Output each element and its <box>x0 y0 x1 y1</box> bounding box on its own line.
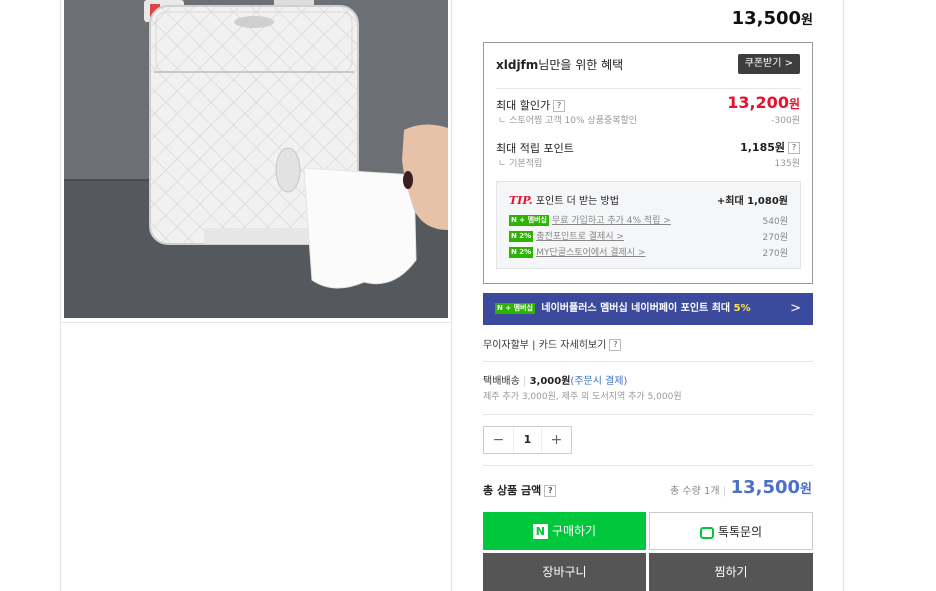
total-quantity: 총 수량 1개 | <box>670 486 727 497</box>
basic-point-label: ㄴ 기본적립 <box>498 159 543 169</box>
section-divider <box>483 414 813 415</box>
sale-price-unit: 원 <box>801 13 813 28</box>
quantity-input[interactable]: 1 <box>513 427 542 453</box>
basic-point-value: 135원 <box>774 159 800 169</box>
tip-item-points: 270원 <box>762 233 788 243</box>
tip-title: TIP. 포인트 더 받는 방법 <box>509 192 619 207</box>
max-discount-price: 13,200원 <box>727 93 800 112</box>
banner-text: 네이버플러스 멤버십 네이버페이 포인트 최대 <box>541 303 734 314</box>
tip-title-text: 포인트 더 받는 방법 <box>532 196 619 207</box>
shipping-extra-fee: 제주 추가 3,000원, 제주 외 도서지역 추가 5,000원 <box>483 392 682 402</box>
cart-button[interactable]: 장바구니 <box>483 553 646 591</box>
tip-item-link[interactable]: 충전포인트로 결제시 > <box>536 232 624 242</box>
tissue-dispenser-illustration <box>64 0 448 318</box>
tip-item-points: 540원 <box>762 217 788 227</box>
shipping-info: 택배배송 | 3,000원(주문시 결제) <box>483 376 628 387</box>
benefit-divider <box>496 88 801 89</box>
shipping-note: (주문시 결제) <box>570 376 628 387</box>
max-point-label: 최대 적립 포인트 <box>496 142 574 155</box>
benefit-title: xldjfm님만을 위한 혜택 <box>496 56 623 73</box>
talk-button-label: 톡톡문의 <box>717 525 763 539</box>
tip-item[interactable]: N + 멤버십 무료 가입하고 추가 4% 적립 > <box>509 213 671 226</box>
max-point-value: 1,185원 <box>740 141 785 154</box>
tip-item[interactable]: N 2% MY단골스토어에서 결제시 > <box>509 245 646 258</box>
cart-button-label: 장바구니 <box>542 565 587 579</box>
total-label-row: 총 상품 금액? <box>483 482 557 498</box>
shipping-label: 택배배송 <box>483 376 520 387</box>
max-discount-label-row: 최대 할인가? <box>496 97 566 113</box>
tip-prefix: TIP. <box>509 194 533 207</box>
max-point-label-row: 최대 적립 포인트 <box>496 140 574 156</box>
store-fav-discount-label: ㄴ 스토어찜 고객 10% 상품중복할인 <box>498 116 638 126</box>
max-point-value-row: 1,185원? <box>740 139 800 155</box>
naver-n-icon: N <box>532 524 548 539</box>
card-info-row[interactable]: 무이자할부 | 카드 자세히보기? <box>483 336 622 351</box>
tip-item[interactable]: N 2% 충전포인트로 결제시 > <box>509 229 624 242</box>
section-divider <box>483 465 813 466</box>
chevron-right-icon: > <box>790 301 801 316</box>
buy-button[interactable]: N 구매하기 <box>483 512 646 550</box>
max-discount-amount: 13,200 <box>727 93 789 112</box>
total-price-unit: 원 <box>800 482 812 497</box>
product-page: 13,500원 xldjfm님만을 위한 혜택 쿠폰받기 > 최대 할인가? 1… <box>0 0 936 591</box>
buy-button-label: 구매하기 <box>551 524 597 538</box>
increase-quantity-button[interactable]: + <box>542 427 571 453</box>
naver-plus-membership-banner[interactable]: N + 멤버십 네이버플러스 멤버십 네이버페이 포인트 최대 5% > <box>483 293 813 325</box>
naver-plus-badge: N + 멤버십 <box>495 302 535 314</box>
help-icon[interactable]: ? <box>788 142 800 154</box>
point-tip-box: TIP. 포인트 더 받는 방법 +최대 1,080원 N + 멤버십 무료 가입… <box>496 181 801 269</box>
section-divider <box>483 361 813 362</box>
talktalk-inquiry-button[interactable]: 톡톡문의 <box>649 512 813 550</box>
card-info-text: 무이자할부 | 카드 자세히보기 <box>483 340 607 351</box>
total-label: 총 상품 금액 <box>483 484 542 497</box>
tip-item-points: 270원 <box>762 249 788 259</box>
total-quantity-text: 총 수량 1개 <box>670 486 720 497</box>
user-id: xldjfm <box>496 58 539 72</box>
total-price-amount: 13,500 <box>730 477 801 498</box>
wishlist-button-label: 찜하기 <box>714 565 748 579</box>
total-price: 13,500원 <box>731 477 812 498</box>
product-image[interactable] <box>64 0 448 318</box>
max-discount-unit: 원 <box>788 97 800 111</box>
quantity-stepper: − 1 + <box>483 426 572 454</box>
decrease-quantity-button[interactable]: − <box>484 427 513 453</box>
image-divider <box>61 322 452 323</box>
tip-item-link[interactable]: MY단골스토어에서 결제시 > <box>536 248 645 258</box>
help-icon[interactable]: ? <box>553 100 566 112</box>
wishlist-button[interactable]: 찜하기 <box>649 553 813 591</box>
store-fav-discount-value: -300원 <box>771 116 800 126</box>
sale-price-amount: 13,500 <box>731 8 802 29</box>
naver-2pct-badge: N 2% <box>509 231 534 242</box>
max-discount-label: 최대 할인가 <box>496 99 551 112</box>
member-benefit-box: xldjfm님만을 위한 혜택 쿠폰받기 > 최대 할인가? 13,200원 ㄴ… <box>483 42 813 284</box>
tip-max-points: +최대 1,080원 <box>716 196 788 207</box>
shipping-fee: 3,000원 <box>529 376 571 387</box>
help-icon[interactable]: ? <box>544 485 557 497</box>
talktalk-icon <box>699 526 714 539</box>
tip-item-link[interactable]: 무료 가입하고 추가 4% 적립 > <box>552 216 671 226</box>
naver-2pct-badge: N 2% <box>509 247 534 258</box>
get-coupon-button[interactable]: 쿠폰받기 > <box>737 54 800 74</box>
benefit-title-text: 님만을 위한 혜택 <box>538 58 624 72</box>
help-icon[interactable]: ? <box>609 339 622 351</box>
banner-percent: 5% <box>733 303 751 314</box>
sale-price: 13,500원 <box>483 8 813 29</box>
naver-plus-badge: N + 멤버십 <box>509 215 549 226</box>
